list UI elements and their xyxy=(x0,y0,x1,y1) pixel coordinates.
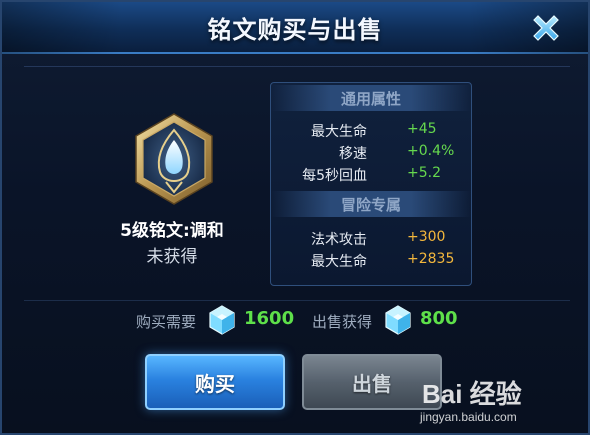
attribute-value: +0.4% xyxy=(407,143,455,159)
price-bar xyxy=(24,300,570,340)
attribute-row: 最大生命 +45 xyxy=(271,121,471,141)
attribute-row: 每5秒回血 +5.2 xyxy=(271,165,471,185)
watermark-url: jingyan.baidu.com xyxy=(420,410,517,424)
rune-trade-dialog: 铭文购买与出售 5级铭文:调和 未获得 通用属性 最大生命 +45 移速 +0.… xyxy=(0,0,590,435)
attribute-label: 最大生命 xyxy=(311,124,367,140)
watermark-logo: Bai 经验 jingyan.baidu.com xyxy=(418,372,568,432)
crystal-gem-icon xyxy=(385,305,411,335)
attribute-row: 法术攻击 +300 xyxy=(271,229,471,249)
buy-button[interactable]: 购买 xyxy=(145,354,285,410)
sell-gain-value: 800 xyxy=(420,308,458,329)
rune-name: 5级铭文:调和 xyxy=(120,221,224,241)
attribute-label: 每5秒回血 xyxy=(302,168,367,184)
attribute-value: +5.2 xyxy=(407,165,441,181)
close-button[interactable] xyxy=(526,8,566,48)
attribute-value: +300 xyxy=(407,229,446,245)
adventure-attributes-heading: 冒险专属 xyxy=(271,191,471,217)
close-icon xyxy=(533,15,559,41)
attribute-value: +2835 xyxy=(407,251,455,267)
dialog-title: 铭文购买与出售 xyxy=(207,15,383,44)
attribute-row: 最大生命 +2835 xyxy=(271,251,471,271)
dialog-title-bar: 铭文购买与出售 xyxy=(2,2,588,54)
attribute-panel: 通用属性 最大生命 +45 移速 +0.4% 每5秒回血 +5.2 冒险专属 法… xyxy=(270,82,472,286)
buy-cost-label: 购买需要 xyxy=(136,313,197,331)
attribute-label: 法术攻击 xyxy=(311,232,367,248)
watermark-brand: Bai 经验 xyxy=(422,379,522,409)
sell-gain-label: 出售获得 xyxy=(312,313,373,331)
attribute-row: 移速 +0.4% xyxy=(271,143,471,163)
attribute-label: 最大生命 xyxy=(311,254,367,270)
attribute-value: +45 xyxy=(407,121,437,137)
attribute-label: 移速 xyxy=(339,146,367,162)
crystal-gem-icon xyxy=(209,305,235,335)
buy-cost-value: 1600 xyxy=(244,308,295,329)
general-attributes-heading: 通用属性 xyxy=(271,85,471,111)
rune-status: 未获得 xyxy=(146,247,198,267)
rune-emblem-icon xyxy=(135,113,213,205)
